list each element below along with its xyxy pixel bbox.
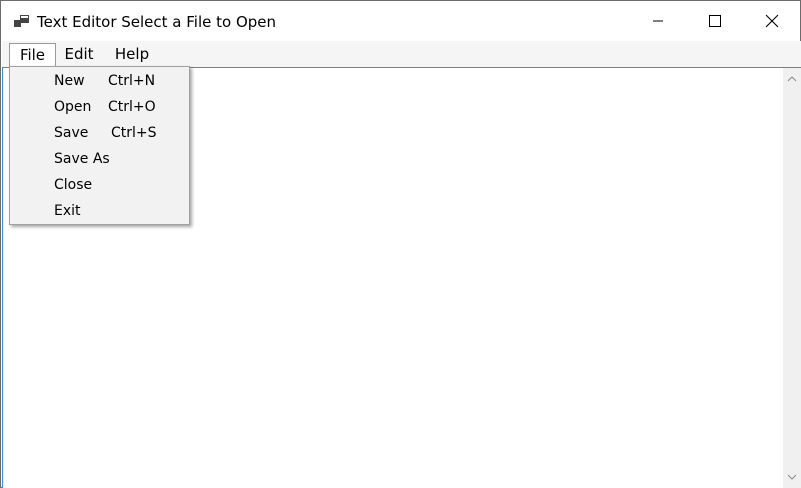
menu-file[interactable]: File xyxy=(9,43,56,66)
file-menu-dropdown: New Ctrl+N Open Ctrl+O Save Ctrl+S Save … xyxy=(9,66,190,225)
menu-item-label: Close xyxy=(54,177,93,193)
menu-item-close[interactable]: Close xyxy=(12,172,187,198)
menu-item-open[interactable]: Open Ctrl+O xyxy=(12,94,187,120)
app-window: Text Editor Select a File to Open File E… xyxy=(0,0,801,488)
close-icon xyxy=(765,14,779,28)
menu-item-exit[interactable]: Exit xyxy=(12,198,187,224)
menu-bar: File Edit Help xyxy=(2,41,801,67)
maximize-button[interactable] xyxy=(686,1,744,41)
minimize-icon xyxy=(653,20,663,22)
menu-item-label: Exit xyxy=(54,203,81,219)
menu-item-save[interactable]: Save Ctrl+S xyxy=(12,120,187,146)
menu-item-label: Save xyxy=(54,125,89,141)
scroll-down-arrow-icon[interactable] xyxy=(787,472,797,482)
menu-item-shortcut: Ctrl+S xyxy=(111,125,157,141)
title-bar[interactable]: Text Editor Select a File to Open xyxy=(1,1,800,41)
window-title: Text Editor Select a File to Open xyxy=(37,13,277,31)
menu-item-shortcut: Ctrl+N xyxy=(108,73,156,89)
menu-item-label: Save As xyxy=(54,151,110,167)
menu-item-new[interactable]: New Ctrl+N xyxy=(12,68,187,94)
app-windows-icon xyxy=(14,15,29,27)
vertical-scrollbar[interactable] xyxy=(783,68,801,488)
maximize-icon xyxy=(709,15,721,27)
menu-item-save-as[interactable]: Save As xyxy=(12,146,187,172)
menu-help[interactable]: Help xyxy=(106,43,158,66)
menu-item-shortcut: Ctrl+O xyxy=(108,99,156,115)
scroll-up-arrow-icon[interactable] xyxy=(787,74,797,84)
minimize-button[interactable] xyxy=(629,1,687,41)
close-button[interactable] xyxy=(743,1,801,41)
menu-edit[interactable]: Edit xyxy=(58,43,100,66)
menu-item-label: New xyxy=(54,73,85,89)
menu-item-label: Open xyxy=(54,99,92,115)
